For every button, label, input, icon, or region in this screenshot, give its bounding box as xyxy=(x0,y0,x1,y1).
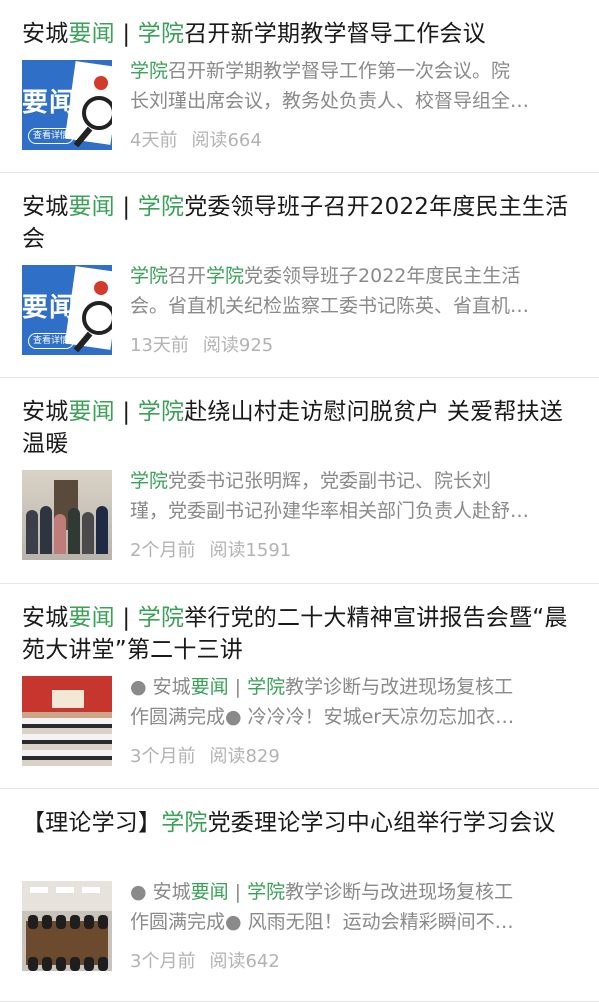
highlight-keyword: 学院 xyxy=(137,399,185,425)
highlight-keyword: 要闻 xyxy=(68,605,115,631)
highlight-keyword: 学院 xyxy=(137,605,185,631)
article-thumbnail[interactable]: 要闻 查看详情 xyxy=(22,265,112,355)
summary-line: 长刘瑾出席会议，教务处负责人、校督导组全… xyxy=(130,86,579,116)
article-card[interactable]: 安城要闻 | 学院召开新学期教学督导工作会议 要闻 查看详情 学院召开新学期教学督导工… xyxy=(0,0,599,173)
text-segment: 长刘瑾出席会议，教务处负责人、校督导组全… xyxy=(130,90,530,112)
text-segment: 教学诊断与改进现场复核工 xyxy=(285,676,514,698)
article-title[interactable]: 安城要闻 | 学院举行党的二十大精神宣讲报告会暨“晨苑大讲堂”第二十三讲 xyxy=(22,602,581,666)
article-summary: 学院召开新学期教学督导工作第一次会议。院长刘瑾出席会议，教务处负责人、校督导组全… xyxy=(130,56,579,116)
highlight-keyword: 学院 xyxy=(130,60,169,82)
article-title[interactable]: 【理论学习】学院党委理论学习中心组举行学习会议 xyxy=(22,807,581,839)
thumbnail-pill: 查看详情 xyxy=(28,333,74,349)
text-segment: 召开 xyxy=(168,265,207,287)
publish-time: 13天前 xyxy=(130,335,189,356)
text-segment: 瑾，党委副书记孙建华率相关部门负责人赴舒… xyxy=(130,500,530,522)
article-card[interactable]: 【理论学习】学院党委理论学习中心组举行学习会议 ● 安城要闻 | 学院教学诊断与改… xyxy=(0,789,599,1002)
text-segment: ● 安城 xyxy=(130,676,191,698)
article-card[interactable]: 安城要闻 | 学院赴绕山村走访慰问脱贫户 关爱帮扶送温暖 学院党委书记张明辉，党委… xyxy=(0,378,599,584)
text-segment: 【理论学习】 xyxy=(22,810,162,836)
article-thumbnail[interactable] xyxy=(22,470,112,560)
highlight-keyword: 学院 xyxy=(247,676,286,698)
read-count: 阅读829 xyxy=(209,746,280,767)
text-segment: 召开新学期教学督导工作会议 xyxy=(184,21,486,47)
highlight-keyword: 要闻 xyxy=(190,881,229,903)
article-thumbnail[interactable]: 要闻 查看详情 xyxy=(22,60,112,150)
summary-line: 学院党委书记张明辉，党委副书记、院长刘 xyxy=(130,466,579,496)
highlight-keyword: 学院 xyxy=(130,265,169,287)
text-segment: | xyxy=(228,676,248,698)
highlight-keyword: 学院 xyxy=(247,881,286,903)
highlight-keyword: 学院 xyxy=(130,470,169,492)
summary-line: 学院召开学院党委领导班子2022年度民主生活 xyxy=(130,261,579,291)
article-thumbnail[interactable] xyxy=(22,676,112,766)
read-count: 阅读925 xyxy=(202,335,274,356)
text-segment: 党委书记张明辉，党委副书记、院长刘 xyxy=(168,470,492,492)
article-thumbnail[interactable] xyxy=(22,881,112,971)
highlight-keyword: 要闻 xyxy=(190,676,229,698)
text-segment: 党委理论学习中心组举行学习会议 xyxy=(207,810,556,836)
text-segment: 安城 xyxy=(22,399,69,425)
text-segment: 安城 xyxy=(22,605,69,631)
highlight-keyword: 要闻 xyxy=(68,21,115,47)
thumbnail-pill: 查看详情 xyxy=(28,128,74,144)
highlight-keyword: 学院 xyxy=(206,265,245,287)
summary-line: ● 安城要闻 | 学院教学诊断与改进现场复核工 xyxy=(130,672,579,702)
article-title[interactable]: 安城要闻 | 学院召开新学期教学督导工作会议 xyxy=(22,18,581,50)
text-segment: | xyxy=(114,194,138,220)
text-segment: 安城 xyxy=(22,194,69,220)
highlight-keyword: 要闻 xyxy=(68,399,115,425)
summary-line: 会。省直机关纪检监察工委书记陈英、省直机… xyxy=(130,291,579,321)
text-segment: 安城 xyxy=(22,21,69,47)
read-count: 阅读642 xyxy=(209,951,280,972)
text-segment: 会。省直机关纪检监察工委书记陈英、省直机… xyxy=(130,295,530,317)
publish-time: 3个月前 xyxy=(130,951,196,972)
thumbnail-caption: 要闻 xyxy=(22,88,77,118)
summary-line: 瑾，党委副书记孙建华率相关部门负责人赴舒… xyxy=(130,496,579,526)
article-card[interactable]: 安城要闻 | 学院党委领导班子召开2022年度民主生活会 要闻 查看详情 学院召开学院… xyxy=(0,173,599,378)
article-meta: 13天前 阅读925 xyxy=(130,331,287,357)
text-segment: 党委领导班子2022年度民主生活 xyxy=(244,265,521,287)
highlight-keyword: 学院 xyxy=(161,810,208,836)
article-meta: 3个月前 阅读642 xyxy=(130,947,294,973)
text-segment: | xyxy=(114,399,138,425)
summary-line: 作圆满完成● 风雨无阻！运动会精彩瞬间不… xyxy=(130,907,579,937)
highlight-keyword: 学院 xyxy=(137,194,185,220)
summary-line: ● 安城要闻 | 学院教学诊断与改进现场复核工 xyxy=(130,877,579,907)
article-title[interactable]: 安城要闻 | 学院党委领导班子召开2022年度民主生活会 xyxy=(22,191,581,255)
highlight-keyword: 要闻 xyxy=(68,194,115,220)
text-segment: 教学诊断与改进现场复核工 xyxy=(285,881,514,903)
text-segment: 作圆满完成● 冷冷冷！安城er天凉勿忘加衣… xyxy=(130,706,515,728)
article-summary: ● 安城要闻 | 学院教学诊断与改进现场复核工作圆满完成● 风雨无阻！运动会精彩… xyxy=(130,877,579,937)
article-meta: 3个月前 阅读829 xyxy=(130,742,294,768)
text-segment: ● 安城 xyxy=(130,881,191,903)
summary-line: 作圆满完成● 冷冷冷！安城er天凉勿忘加衣… xyxy=(130,702,579,732)
publish-time: 3个月前 xyxy=(130,746,196,767)
read-count: 阅读664 xyxy=(191,130,262,151)
text-segment: | xyxy=(114,21,138,47)
article-meta: 2个月前 阅读1591 xyxy=(130,536,305,562)
publish-time: 4天前 xyxy=(130,130,178,151)
article-summary: 学院召开学院党委领导班子2022年度民主生活 会。省直机关纪检监察工委书记陈英、省… xyxy=(130,261,579,321)
text-segment: | xyxy=(114,605,138,631)
article-summary: 学院党委书记张明辉，党委副书记、院长刘瑾，党委副书记孙建华率相关部门负责人赴舒… xyxy=(130,466,579,526)
article-title[interactable]: 安城要闻 | 学院赴绕山村走访慰问脱贫户 关爱帮扶送温暖 xyxy=(22,396,581,460)
highlight-keyword: 学院 xyxy=(137,21,185,47)
article-summary: ● 安城要闻 | 学院教学诊断与改进现场复核工作圆满完成● 冷冷冷！安城er天凉… xyxy=(130,672,579,732)
text-segment: 召开新学期教学督导工作第一次会议。院 xyxy=(168,60,511,82)
article-feed: 安城要闻 | 学院召开新学期教学督导工作会议 要闻 查看详情 学院召开新学期教学督导工… xyxy=(0,0,599,1002)
text-segment: 作圆满完成● 风雨无阻！运动会精彩瞬间不… xyxy=(130,911,514,933)
publish-time: 2个月前 xyxy=(130,540,196,561)
read-count: 阅读1591 xyxy=(209,540,292,561)
thumbnail-caption: 要闻 xyxy=(22,293,77,323)
summary-line: 学院召开新学期教学督导工作第一次会议。院 xyxy=(130,56,579,86)
text-segment: | xyxy=(228,881,248,903)
article-meta: 4天前 阅读664 xyxy=(130,126,276,152)
article-card[interactable]: 安城要闻 | 学院举行党的二十大精神宣讲报告会暨“晨苑大讲堂”第二十三讲 ● 安城… xyxy=(0,584,599,789)
